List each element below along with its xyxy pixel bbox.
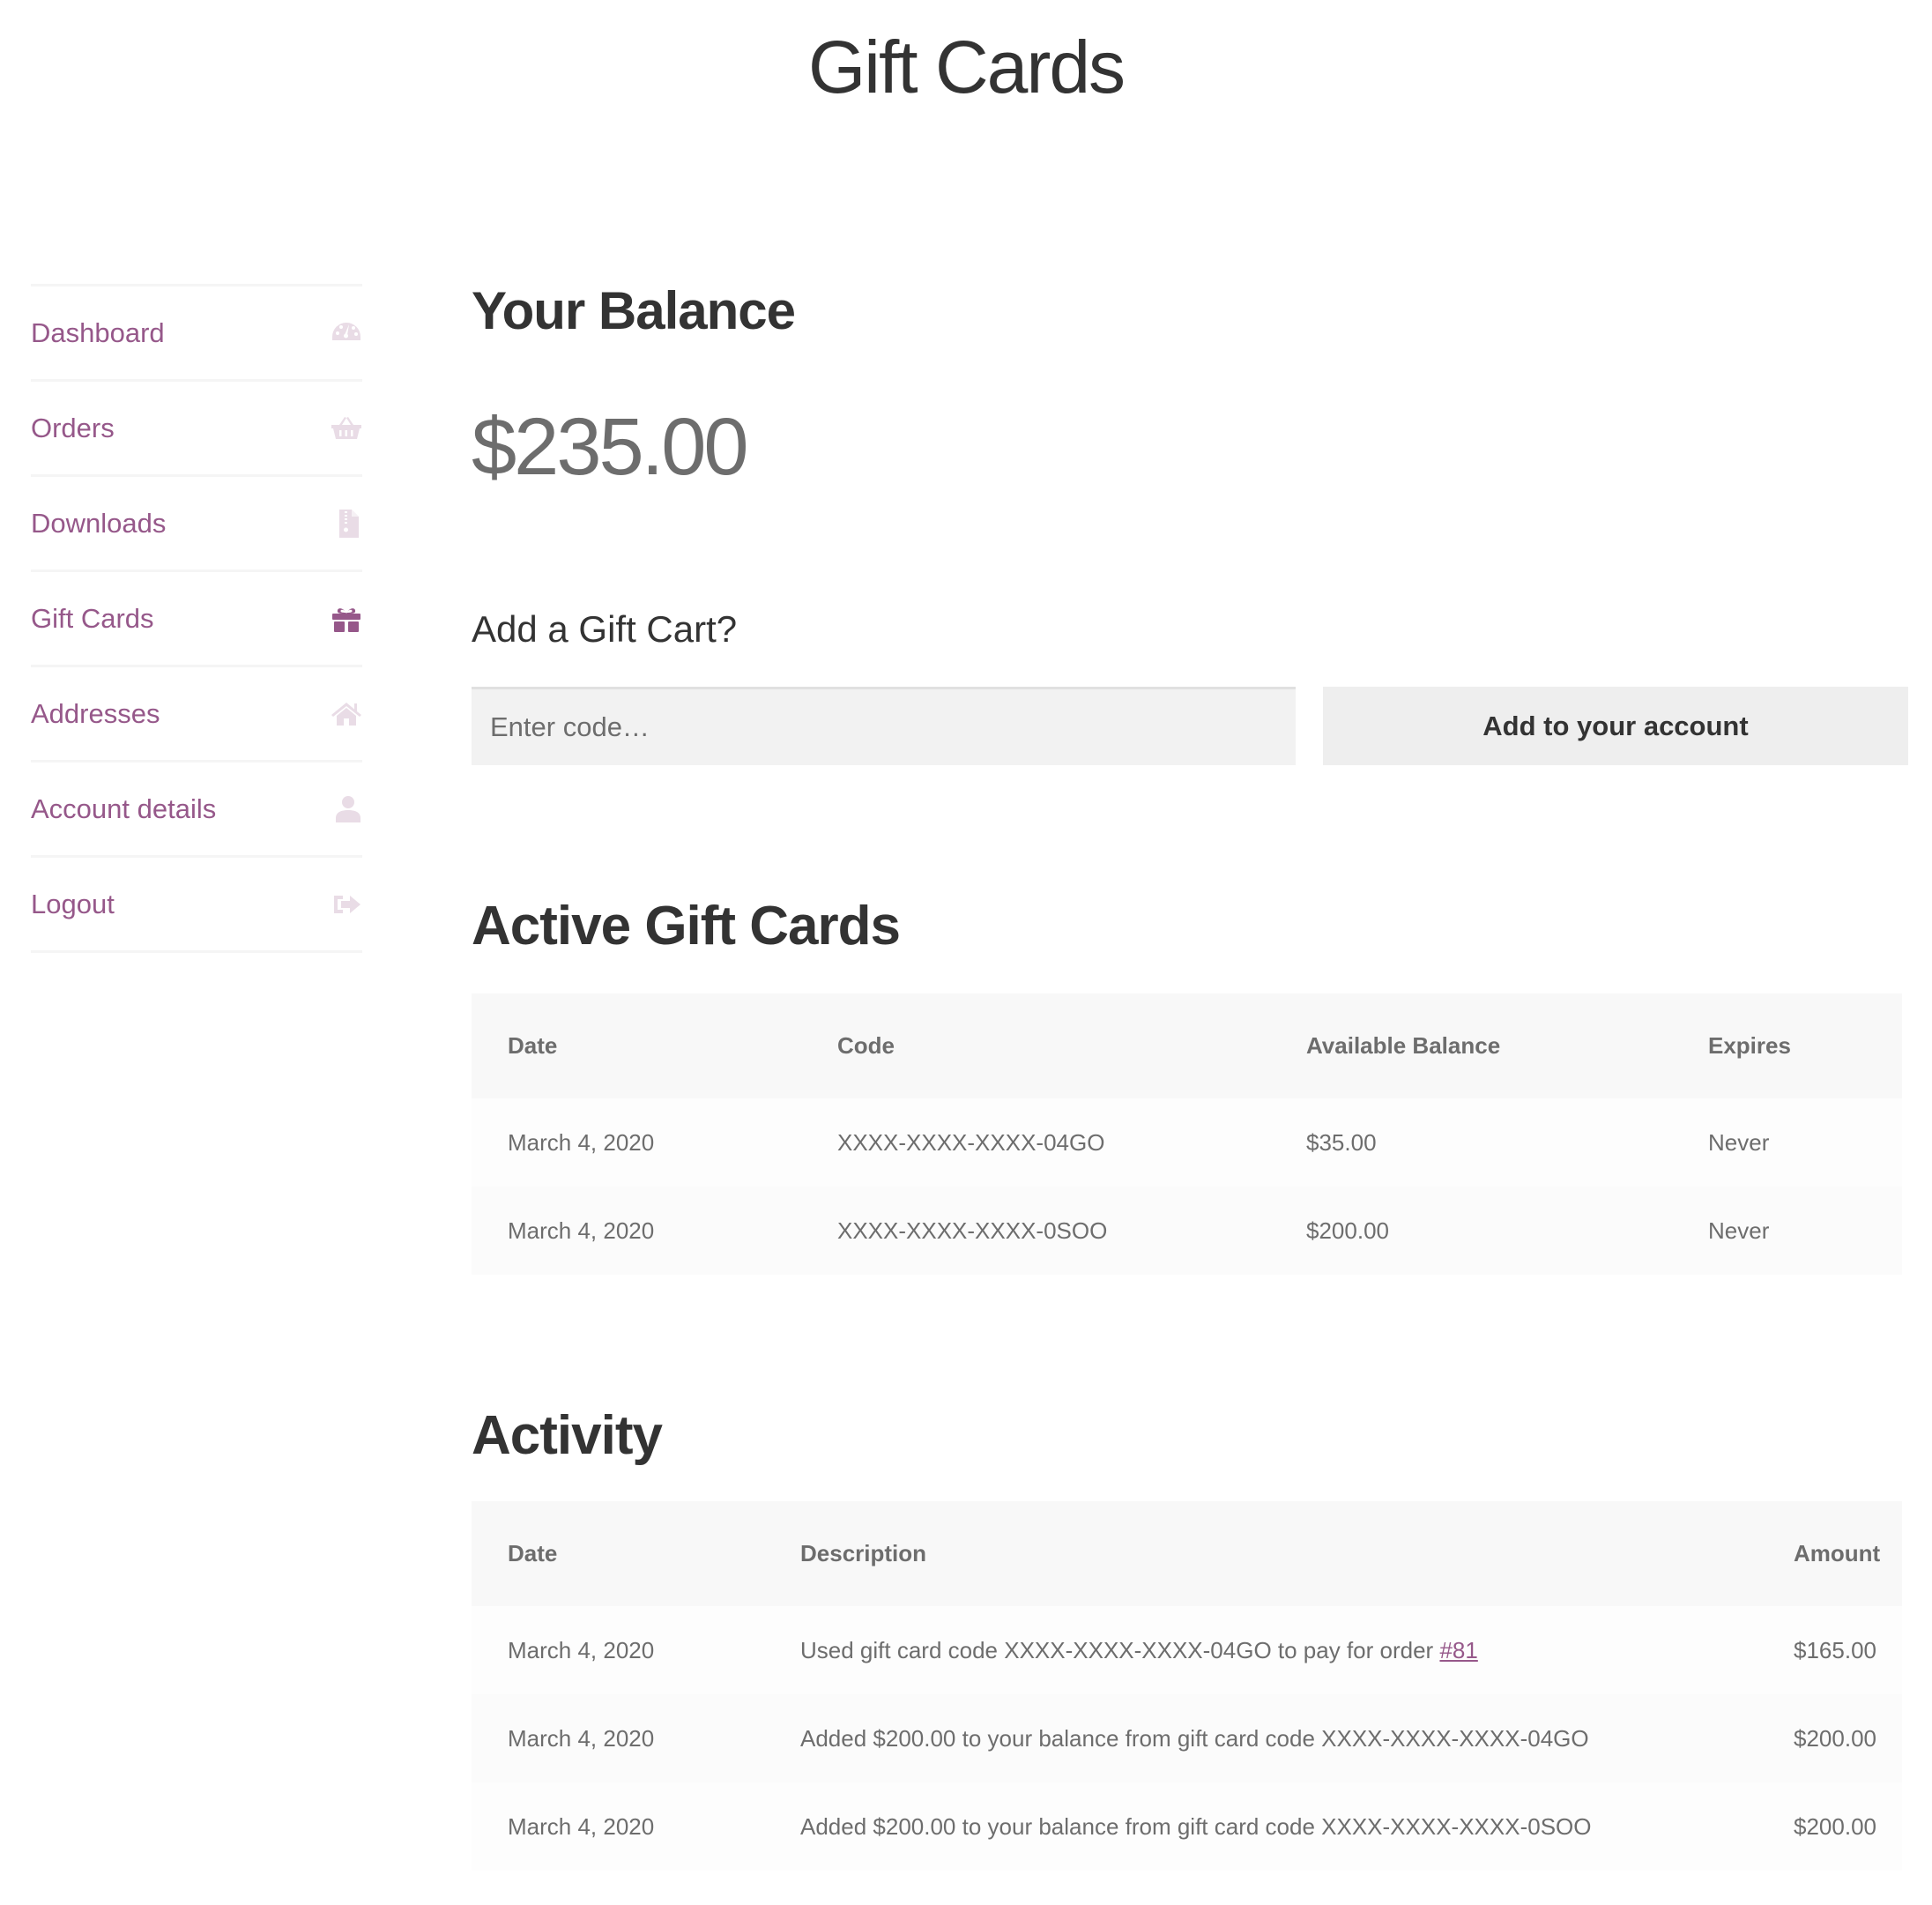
sidebar-item-account-details[interactable]: Account details <box>31 763 362 858</box>
cell-date: March 4, 2020 <box>472 1606 764 1694</box>
cell-description: Used gift card code XXXX-XXXX-XXXX-04GO … <box>764 1606 1757 1694</box>
cell-date: March 4, 2020 <box>472 1098 801 1187</box>
table-row: March 4, 2020 XXXX-XXXX-XXXX-0SOO $200.0… <box>472 1187 1902 1275</box>
sidebar-item-label: Logout <box>31 888 115 919</box>
column-header-date: Date <box>472 1501 764 1606</box>
cell-date: March 4, 2020 <box>472 1187 801 1275</box>
sidebar-item-label: Addresses <box>31 697 160 729</box>
cell-expires: Never <box>1672 1187 1902 1275</box>
table-header-row: Date Code Available Balance Expires <box>472 993 1902 1098</box>
sidebar-item-label: Account details <box>31 793 217 824</box>
cell-amount: $200.00 <box>1757 1782 1902 1871</box>
cell-date: March 4, 2020 <box>472 1694 764 1782</box>
account-navigation: Dashboard Orders Downloads Gift Cards Ad… <box>31 284 362 953</box>
gift-icon <box>331 603 362 635</box>
active-gift-cards-heading: Active Gift Cards <box>472 896 901 956</box>
file-archive-icon <box>331 508 362 540</box>
sidebar-item-label: Gift Cards <box>31 602 154 634</box>
cell-description: Added $200.00 to your balance from gift … <box>764 1782 1757 1871</box>
sidebar-item-label: Orders <box>31 412 115 443</box>
balance-amount: $235.00 <box>472 402 749 492</box>
activity-heading: Activity <box>472 1405 663 1466</box>
cell-balance: $200.00 <box>1270 1187 1672 1275</box>
sidebar-item-addresses[interactable]: Addresses <box>31 667 362 763</box>
page-title: Gift Cards <box>807 26 1126 108</box>
cell-amount: $165.00 <box>1757 1606 1902 1694</box>
cell-amount: $200.00 <box>1757 1694 1902 1782</box>
cell-balance: $35.00 <box>1270 1098 1672 1187</box>
home-icon <box>331 698 362 730</box>
add-gift-card-heading: Add a Gift Cart? <box>472 608 738 650</box>
sidebar-item-dashboard[interactable]: Dashboard <box>31 286 362 382</box>
table-row: March 4, 2020 XXXX-XXXX-XXXX-04GO $35.00… <box>472 1098 1902 1187</box>
column-header-code: Code <box>801 993 1270 1098</box>
sidebar-item-logout[interactable]: Logout <box>31 858 362 953</box>
description-text: Used gift card code XXXX-XXXX-XXXX-04GO … <box>800 1636 1440 1663</box>
table-row: March 4, 2020 Used gift card code XXXX-X… <box>472 1606 1902 1694</box>
column-header-expires: Expires <box>1672 993 1902 1098</box>
column-header-amount: Amount <box>1757 1501 1902 1606</box>
order-link[interactable]: #81 <box>1439 1637 1477 1663</box>
add-to-account-button[interactable]: Add to your account <box>1323 687 1908 765</box>
cell-description: Added $200.00 to your balance from gift … <box>764 1694 1757 1782</box>
cell-code: XXXX-XXXX-XXXX-0SOO <box>801 1187 1270 1275</box>
sidebar-item-gift-cards[interactable]: Gift Cards <box>31 572 362 667</box>
column-header-description: Description <box>764 1501 1757 1606</box>
user-icon <box>331 793 362 825</box>
active-gift-cards-table: Date Code Available Balance Expires Marc… <box>472 993 1902 1275</box>
column-header-available-balance: Available Balance <box>1270 993 1672 1098</box>
cell-code: XXXX-XXXX-XXXX-04GO <box>801 1098 1270 1187</box>
sign-out-icon <box>331 889 362 920</box>
table-row: March 4, 2020 Added $200.00 to your bala… <box>472 1694 1902 1782</box>
gift-card-code-input[interactable] <box>472 687 1296 765</box>
table-row: March 4, 2020 Added $200.00 to your bala… <box>472 1782 1902 1871</box>
sidebar-item-label: Downloads <box>31 507 167 539</box>
table-header-row: Date Description Amount <box>472 1501 1902 1606</box>
sidebar-item-downloads[interactable]: Downloads <box>31 477 362 572</box>
activity-table: Date Description Amount March 4, 2020 Us… <box>472 1501 1902 1871</box>
cell-date: March 4, 2020 <box>472 1782 764 1871</box>
sidebar-item-orders[interactable]: Orders <box>31 382 362 477</box>
basket-icon <box>331 413 362 444</box>
dashboard-gauge-icon <box>331 317 362 349</box>
cell-expires: Never <box>1672 1098 1902 1187</box>
balance-heading: Your Balance <box>472 281 796 340</box>
sidebar-item-label: Dashboard <box>31 316 165 348</box>
column-header-date: Date <box>472 993 801 1098</box>
